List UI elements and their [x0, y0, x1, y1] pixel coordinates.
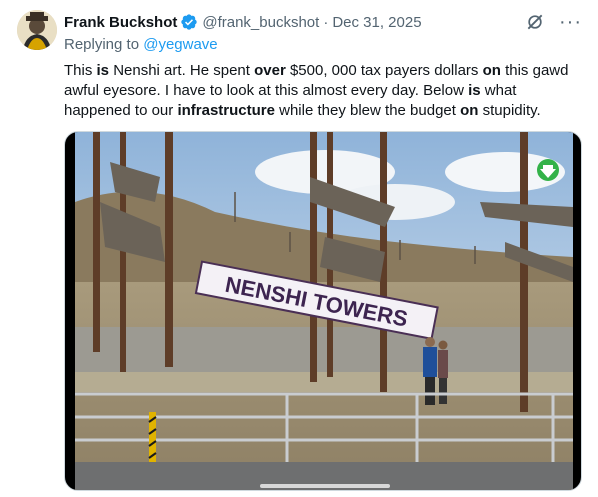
grok-icon[interactable]: [525, 12, 545, 32]
tweet-text-bold: on: [460, 102, 479, 119]
reply-target-link[interactable]: @yegwave: [143, 36, 217, 53]
tweet-text: This is Nenshi art. He spent over $500, …: [64, 61, 584, 121]
verified-badge-icon: [181, 14, 198, 30]
tweet-text-segment: Nenshi art. He spent: [109, 62, 255, 79]
tweet-text-segment: This: [64, 62, 97, 79]
media-progress-handle[interactable]: [260, 484, 390, 488]
tweet-text-bold: is: [96, 62, 110, 79]
tweet-text-bold: is: [468, 82, 481, 99]
post-date[interactable]: Dec 31, 2025: [332, 14, 421, 31]
reply-prefix: Replying to: [64, 36, 144, 53]
tweet-text-segment: stupidity.: [478, 102, 541, 119]
separator-dot: ·: [323, 13, 329, 31]
tweet-media[interactable]: NENSHI TOWERS: [64, 131, 582, 491]
avatar[interactable]: [17, 10, 57, 50]
tweet-text-bold: on: [482, 62, 501, 79]
tweet-text-bold: infrastructure: [177, 102, 275, 119]
tweet-text-bold: over: [254, 62, 286, 79]
tweet-actions: ···: [525, 12, 582, 32]
tweet-text-segment: $500, 000 tax payers dollars: [285, 62, 483, 79]
tweet-text-segment: while they blew the budget: [274, 102, 461, 119]
more-icon[interactable]: ···: [559, 12, 582, 32]
tweet: Frank Buckshot @frank_buckshot · Dec 31,…: [0, 0, 598, 497]
download-icon[interactable]: [537, 159, 559, 181]
author-name[interactable]: Frank Buckshot: [64, 14, 177, 31]
reply-context: Replying to @yegwave: [64, 36, 218, 53]
author-handle[interactable]: @frank_buckshot: [202, 14, 319, 31]
tweet-header: Frank Buckshot @frank_buckshot · Dec 31,…: [64, 12, 422, 32]
